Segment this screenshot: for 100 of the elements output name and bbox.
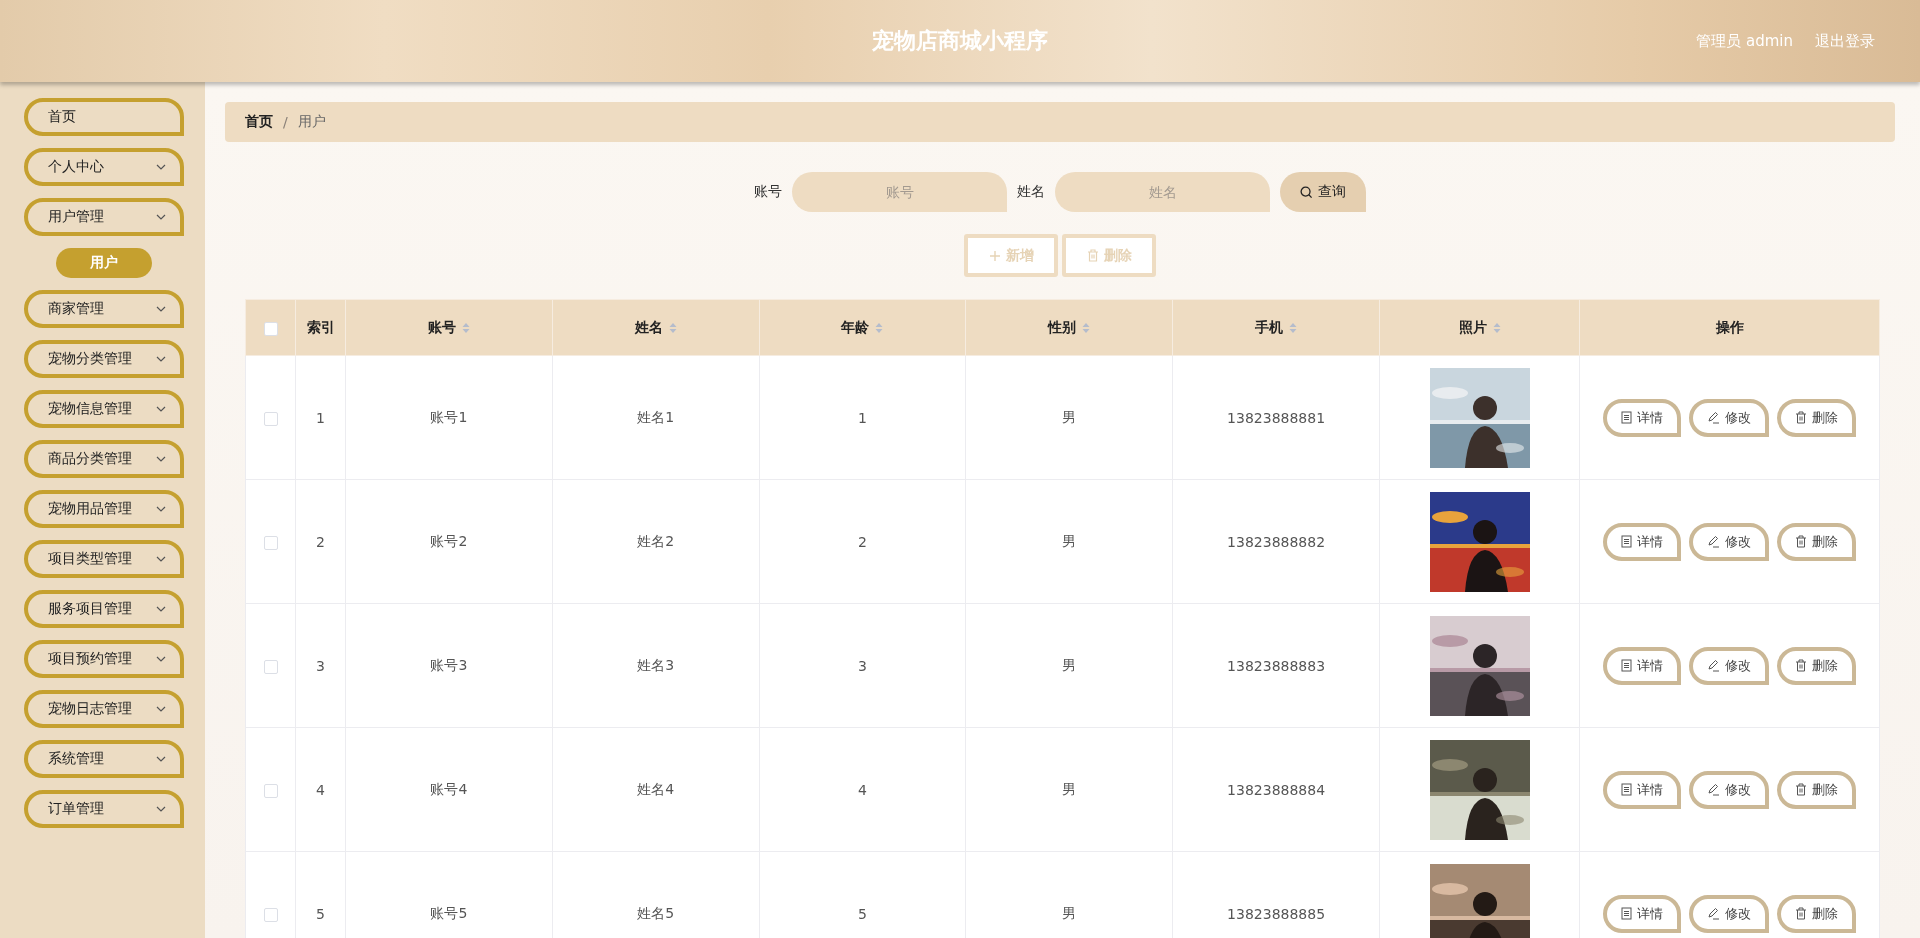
row-checkbox[interactable] [263, 659, 278, 674]
sidebar-item[interactable]: 项目类型管理 [24, 540, 184, 578]
breadcrumb-separator: / [283, 114, 288, 130]
sidebar-item[interactable]: 宠物信息管理 [24, 390, 184, 428]
sort-icon[interactable] [875, 321, 884, 334]
edit-button[interactable]: 修改 [1689, 398, 1769, 437]
header-cell[interactable]: 照片 [1379, 299, 1580, 356]
sidebar-item[interactable]: 用户管理 [24, 198, 184, 236]
header-cell[interactable]: 姓名 [552, 299, 760, 356]
document-icon [1621, 783, 1632, 796]
detail-button[interactable]: 详情 [1603, 522, 1681, 561]
caret-icon [156, 606, 166, 612]
header-cell[interactable]: 性别 [965, 299, 1173, 356]
plus-icon [988, 249, 1001, 262]
trash-icon [1795, 411, 1807, 424]
delete-button[interactable]: 删除 [1777, 646, 1856, 685]
document-icon [1621, 659, 1632, 672]
caret-icon [156, 356, 166, 362]
sidebar-item[interactable]: 商品分类管理 [24, 440, 184, 478]
column-header: 账号 [427, 318, 456, 337]
document-icon [1621, 411, 1632, 424]
search-button[interactable]: 查询 [1280, 172, 1366, 212]
trash-icon [1795, 659, 1807, 672]
table-cell: 男 [1062, 532, 1077, 549]
document-icon [1621, 907, 1632, 920]
table-cell: 账号5 [430, 904, 468, 921]
sort-icon[interactable] [461, 321, 470, 334]
column-header: 姓名 [634, 318, 663, 337]
column-header: 操作 [1715, 318, 1744, 337]
sidebar-item[interactable]: 个人中心 [24, 148, 184, 186]
table-cell: 姓名4 [637, 780, 675, 797]
edit-button[interactable]: 修改 [1689, 646, 1769, 685]
header-cell[interactable]: 账号 [345, 299, 553, 356]
delete-button[interactable]: 删除 [1777, 894, 1856, 933]
search-field[interactable]: 姓名 [1055, 172, 1270, 212]
select-all-checkbox[interactable] [263, 321, 278, 336]
pencil-icon [1707, 659, 1720, 672]
caret-icon [156, 164, 166, 170]
sidebar-item[interactable]: 商家管理 [24, 290, 184, 328]
sidebar-item[interactable]: 订单管理 [24, 790, 184, 828]
field-label: 账号 [754, 183, 782, 201]
table-cell: 1 [858, 409, 867, 426]
column-header: 年龄 [841, 318, 870, 337]
detail-button[interactable]: 详情 [1603, 398, 1681, 437]
column-header: 性别 [1048, 318, 1077, 337]
field-label: 姓名 [1017, 183, 1045, 201]
detail-button[interactable]: 详情 [1603, 894, 1681, 933]
delete-button[interactable]: 删除 [1777, 398, 1856, 437]
sidebar-item[interactable]: 首页 [24, 98, 184, 136]
search-field[interactable]: 账号 [792, 172, 1007, 212]
detail-button[interactable]: 详情 [1603, 646, 1681, 685]
caret-icon [156, 706, 166, 712]
table-cell: 2 [316, 533, 325, 550]
delete-button[interactable]: 删除 [1777, 770, 1856, 809]
breadcrumb-current: 用户 [297, 113, 326, 131]
column-header: 手机 [1255, 318, 1284, 337]
edit-button[interactable]: 修改 [1689, 522, 1769, 561]
edit-button[interactable]: 修改 [1689, 770, 1769, 809]
sort-icon[interactable] [1492, 321, 1501, 334]
sort-icon[interactable] [1082, 321, 1091, 334]
table-cell: 账号1 [430, 408, 468, 425]
table-cell: 2 [858, 533, 867, 550]
table-cell: 姓名1 [637, 408, 675, 425]
sidebar-item[interactable]: 系统管理 [24, 740, 184, 778]
row-checkbox[interactable] [263, 783, 278, 798]
caret-icon [156, 556, 166, 562]
edit-button[interactable]: 修改 [1689, 894, 1769, 933]
table-cell: 4 [858, 781, 867, 798]
caret-icon [156, 806, 166, 812]
breadcrumb-link[interactable]: 首页 [245, 113, 273, 131]
table-cell: 13823888884 [1227, 781, 1326, 798]
admin-label: 管理员 admin [1696, 31, 1793, 51]
row-checkbox[interactable] [263, 411, 278, 426]
header-cell[interactable]: 年龄 [759, 299, 966, 356]
sort-icon[interactable] [1289, 321, 1298, 334]
sidebar-item[interactable]: 宠物用品管理 [24, 490, 184, 528]
sidebar-item[interactable]: 宠物日志管理 [24, 690, 184, 728]
table-cell: 3 [316, 657, 325, 674]
detail-button[interactable]: 详情 [1603, 770, 1681, 809]
caret-icon [156, 756, 166, 762]
row-checkbox[interactable] [263, 907, 278, 922]
table-cell: 4 [316, 781, 325, 798]
caret-icon [156, 656, 166, 662]
sidebar-item[interactable]: 宠物分类管理 [24, 340, 184, 378]
table-cell: 账号2 [430, 532, 468, 549]
caret-icon [156, 456, 166, 462]
column-header: 照片 [1458, 318, 1487, 337]
row-checkbox[interactable] [263, 535, 278, 550]
sort-icon[interactable] [668, 321, 677, 334]
table-cell: 男 [1062, 656, 1077, 673]
table-cell: 账号4 [430, 780, 468, 797]
caret-icon [156, 406, 166, 412]
header-cell[interactable]: 手机 [1172, 299, 1380, 356]
sidebar-item[interactable]: 项目预约管理 [24, 640, 184, 678]
caret-icon [156, 506, 166, 512]
trash-icon [1795, 535, 1807, 548]
table-cell: 男 [1062, 904, 1077, 921]
delete-button[interactable]: 删除 [1777, 522, 1856, 561]
pencil-icon [1707, 783, 1720, 796]
sidebar-item[interactable]: 服务项目管理 [24, 590, 184, 628]
